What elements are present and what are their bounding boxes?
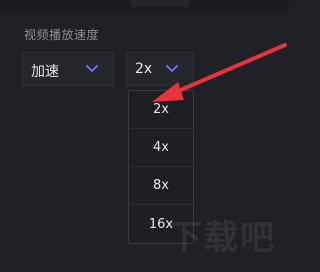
playback-rate-select[interactable]: 2x [126, 52, 194, 86]
speed-mode-select[interactable]: 加速 [22, 52, 114, 86]
top-bar [0, 0, 289, 14]
section-label: 视频播放速度 [24, 28, 100, 42]
dropdown-option-4x[interactable]: 4x [129, 129, 193, 167]
speed-mode-value: 加速 [31, 64, 59, 80]
dropdown-option-2x[interactable]: 2x [129, 91, 193, 129]
watermark: 下载吧 [168, 218, 276, 258]
dropdown-option-8x[interactable]: 8x [129, 167, 193, 205]
chevron-down-icon [86, 65, 98, 72]
chevron-down-icon [166, 65, 178, 72]
tab-stub [131, 0, 189, 7]
playback-rate-value: 2x [135, 61, 153, 77]
